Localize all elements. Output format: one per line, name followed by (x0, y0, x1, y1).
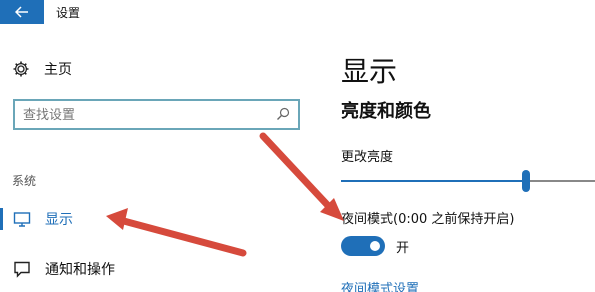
night-light-label: 夜间模式(0:00 之前保持开启) (341, 212, 515, 227)
sidebar-item-home[interactable]: 主页 (12, 58, 72, 80)
window-title: 设置 (56, 6, 81, 20)
annotation-arrows (106, 132, 344, 257)
annotation-arrow-to-display (106, 208, 247, 257)
sidebar-item-display-label: 显示 (45, 212, 73, 228)
back-arrow-icon (15, 6, 28, 18)
title-bar: 设置 (0, 0, 595, 24)
annotation-arrow-to-night-light (259, 132, 344, 221)
section-label-system: 系统 (12, 174, 37, 188)
toggle-knob (370, 241, 380, 251)
slider-fill (341, 180, 526, 182)
search-icon[interactable] (276, 107, 290, 121)
gear-icon (12, 60, 30, 78)
brightness-color-heading: 亮度和颜色 (341, 101, 431, 122)
sidebar-item-display[interactable]: 显示 (0, 206, 73, 232)
sidebar-item-notifications-label: 通知和操作 (45, 262, 115, 278)
active-indicator (0, 208, 3, 230)
brightness-label: 更改亮度 (341, 150, 394, 165)
search-box[interactable] (13, 99, 300, 130)
sidebar-item-notifications[interactable]: 通知和操作 (0, 256, 115, 282)
page-title: 显示 (341, 55, 398, 88)
notification-icon (13, 260, 31, 278)
monitor-icon (13, 210, 31, 228)
toggle-state-label: 开 (396, 241, 410, 256)
back-button[interactable] (0, 0, 44, 24)
night-light-toggle[interactable] (341, 236, 385, 256)
sidebar-item-home-label: 主页 (44, 62, 72, 78)
slider-track (526, 180, 595, 182)
slider-thumb[interactable] (522, 170, 530, 192)
search-input[interactable] (23, 105, 263, 125)
night-light-settings-link[interactable]: 夜间模式设置 (341, 278, 419, 292)
brightness-slider[interactable] (341, 170, 595, 192)
